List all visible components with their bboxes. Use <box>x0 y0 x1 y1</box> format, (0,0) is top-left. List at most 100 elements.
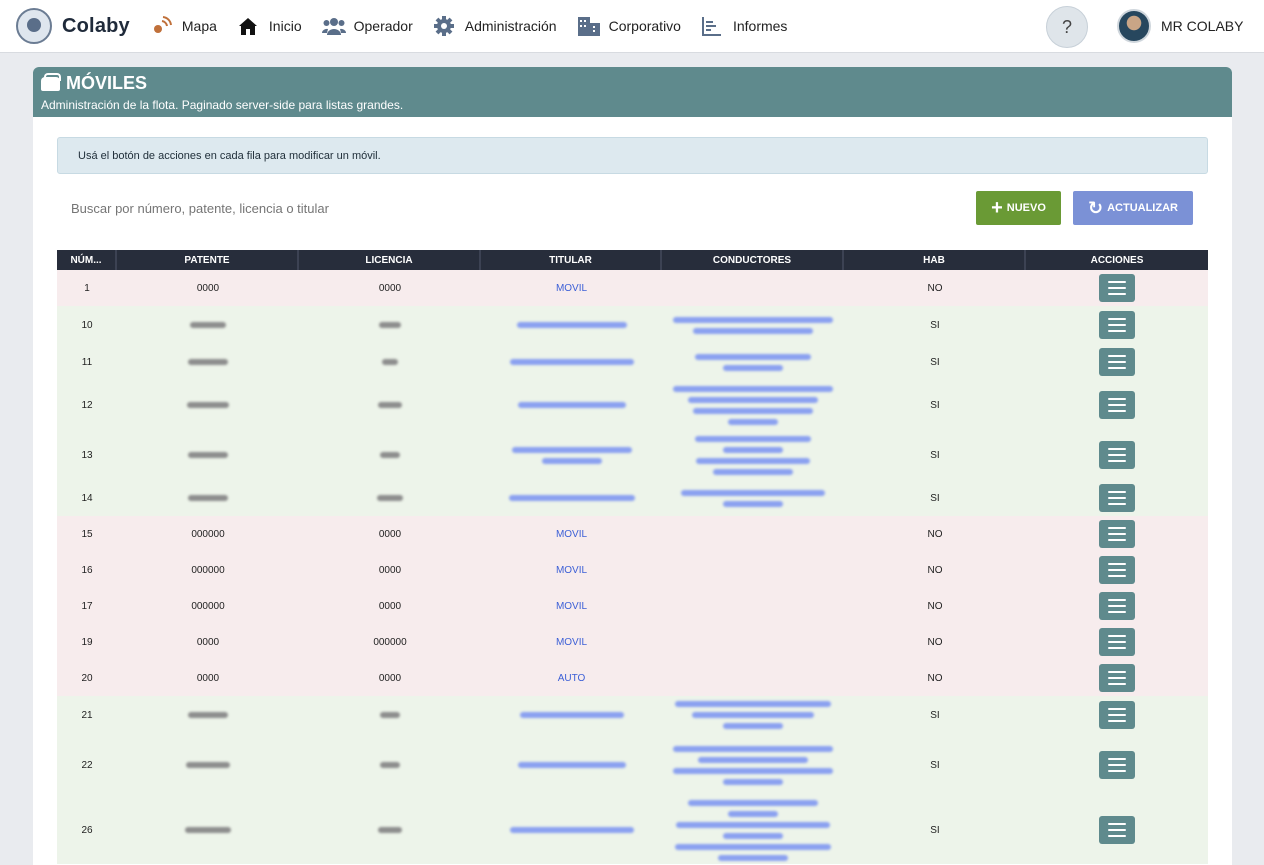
table-row[interactable]: 19 0000 000000 MOVIL NO <box>57 624 1208 660</box>
cell-titular <box>481 306 662 344</box>
table-row[interactable]: 14 SI <box>57 480 1208 516</box>
nav-item-administracin[interactable]: Administración <box>433 15 557 37</box>
table-row[interactable]: 22 SI <box>57 734 1208 796</box>
cell-conductores <box>662 344 844 380</box>
help-button[interactable]: ? <box>1046 6 1088 48</box>
avatar <box>1117 9 1151 43</box>
row-actions-button[interactable] <box>1099 556 1135 584</box>
column-header[interactable]: TITULAR <box>481 250 662 270</box>
cell-conductores <box>662 796 844 864</box>
table-row[interactable]: 12 SI <box>57 380 1208 430</box>
table-row[interactable]: 13 SI <box>57 430 1208 480</box>
moviles-panel: MÓVILES Administración de la flota. Pagi… <box>33 67 1232 865</box>
table-row[interactable]: 26 SI <box>57 796 1208 864</box>
cell-hab: NO <box>927 528 943 540</box>
redacted-content <box>695 353 811 371</box>
column-header[interactable]: ACCIONES <box>1026 250 1208 270</box>
refresh-button[interactable]: ↻ ACTUALIZAR <box>1073 191 1193 225</box>
cell-conductores <box>662 734 844 796</box>
cell-licencia: 0000 <box>378 528 402 540</box>
redacted-content <box>185 827 231 833</box>
cell-conductores <box>662 430 844 480</box>
row-actions-button[interactable] <box>1099 311 1135 339</box>
redacted-content <box>188 495 228 501</box>
cell-acciones <box>1026 552 1208 588</box>
redacted-content <box>695 435 811 475</box>
cell-patente <box>117 734 299 796</box>
nav-item-corporativo[interactable]: Corporativo <box>577 15 681 37</box>
table-row[interactable]: 1 0000 0000 MOVIL NO <box>57 270 1208 306</box>
nav-item-mapa[interactable]: Mapa <box>150 15 217 37</box>
column-header[interactable]: LICENCIA <box>299 250 481 270</box>
redacted-text <box>379 322 401 328</box>
cell-titular[interactable]: MOVIL <box>481 588 662 624</box>
column-header[interactable]: HAB <box>844 250 1026 270</box>
cell-num: 17 <box>81 600 93 612</box>
nav-item-inicio[interactable]: Inicio <box>237 15 302 37</box>
row-actions-button[interactable] <box>1099 274 1135 302</box>
row-actions-button[interactable] <box>1099 816 1135 844</box>
cell-licencia: 0000 <box>378 282 402 294</box>
redacted-content <box>673 385 833 425</box>
row-actions-button[interactable] <box>1099 592 1135 620</box>
nav-item-operador[interactable]: Operador <box>321 15 413 37</box>
row-actions-button[interactable] <box>1099 484 1135 512</box>
row-actions-button[interactable] <box>1099 664 1135 692</box>
row-actions-button[interactable] <box>1099 391 1135 419</box>
table-row[interactable]: 17 000000 0000 MOVIL NO <box>57 588 1208 624</box>
cell-patente <box>117 306 299 344</box>
cell-acciones <box>1026 796 1208 864</box>
column-header[interactable]: CONDUCTORES <box>662 250 844 270</box>
redacted-text <box>728 810 778 817</box>
row-actions-button[interactable] <box>1099 441 1135 469</box>
cell-titular <box>481 380 662 430</box>
cell-hab: NO <box>927 672 943 684</box>
user-menu[interactable]: MR COLABY <box>1117 9 1243 43</box>
row-actions-button[interactable] <box>1099 348 1135 376</box>
table-row[interactable]: 15 000000 0000 MOVIL NO <box>57 516 1208 552</box>
search-input[interactable] <box>71 201 471 216</box>
redacted-content <box>378 827 402 833</box>
cell-licencia <box>299 344 481 380</box>
redacted-text <box>688 396 818 403</box>
cell-acciones <box>1026 430 1208 480</box>
satellite-icon <box>150 15 172 37</box>
cell-titular[interactable]: MOVIL <box>481 516 662 552</box>
cell-titular[interactable]: AUTO <box>481 660 662 696</box>
cell-acciones <box>1026 270 1208 306</box>
cell-titular[interactable]: MOVIL <box>481 552 662 588</box>
redacted-text <box>675 843 831 850</box>
table-row[interactable]: 20 0000 0000 AUTO NO <box>57 660 1208 696</box>
table-row[interactable]: 21 SI <box>57 696 1208 734</box>
cell-num: 10 <box>81 319 93 331</box>
redacted-text <box>723 364 783 371</box>
cell-licencia: 000000 <box>373 636 407 648</box>
cell-conductores <box>662 480 844 516</box>
cell-num: 13 <box>81 449 93 461</box>
column-header[interactable]: NÚM... <box>57 250 117 270</box>
new-button[interactable]: + NUEVO <box>976 191 1061 225</box>
redacted-content <box>508 495 635 501</box>
cell-conductores <box>662 270 844 306</box>
row-actions-button[interactable] <box>1099 701 1135 729</box>
table-row[interactable]: 10 SI <box>57 306 1208 344</box>
cell-hab: SI <box>930 399 940 411</box>
table-row[interactable]: 11 SI <box>57 344 1208 380</box>
nav-item-informes[interactable]: Informes <box>701 15 787 37</box>
redacted-text <box>676 821 830 828</box>
brand[interactable]: Colaby <box>16 8 130 44</box>
cell-titular[interactable]: MOVIL <box>481 624 662 660</box>
cell-patente <box>117 796 299 864</box>
redacted-text <box>695 353 811 360</box>
redacted-text <box>695 435 811 442</box>
panel-title-text: MÓVILES <box>66 73 148 93</box>
column-header[interactable]: PATENTE <box>117 250 299 270</box>
cell-patente <box>117 696 299 734</box>
cell-num: 20 <box>81 672 93 684</box>
row-actions-button[interactable] <box>1099 520 1135 548</box>
refresh-icon: ↻ <box>1088 198 1104 218</box>
table-row[interactable]: 16 000000 0000 MOVIL NO <box>57 552 1208 588</box>
cell-titular[interactable]: MOVIL <box>481 270 662 306</box>
row-actions-button[interactable] <box>1099 751 1135 779</box>
row-actions-button[interactable] <box>1099 628 1135 656</box>
